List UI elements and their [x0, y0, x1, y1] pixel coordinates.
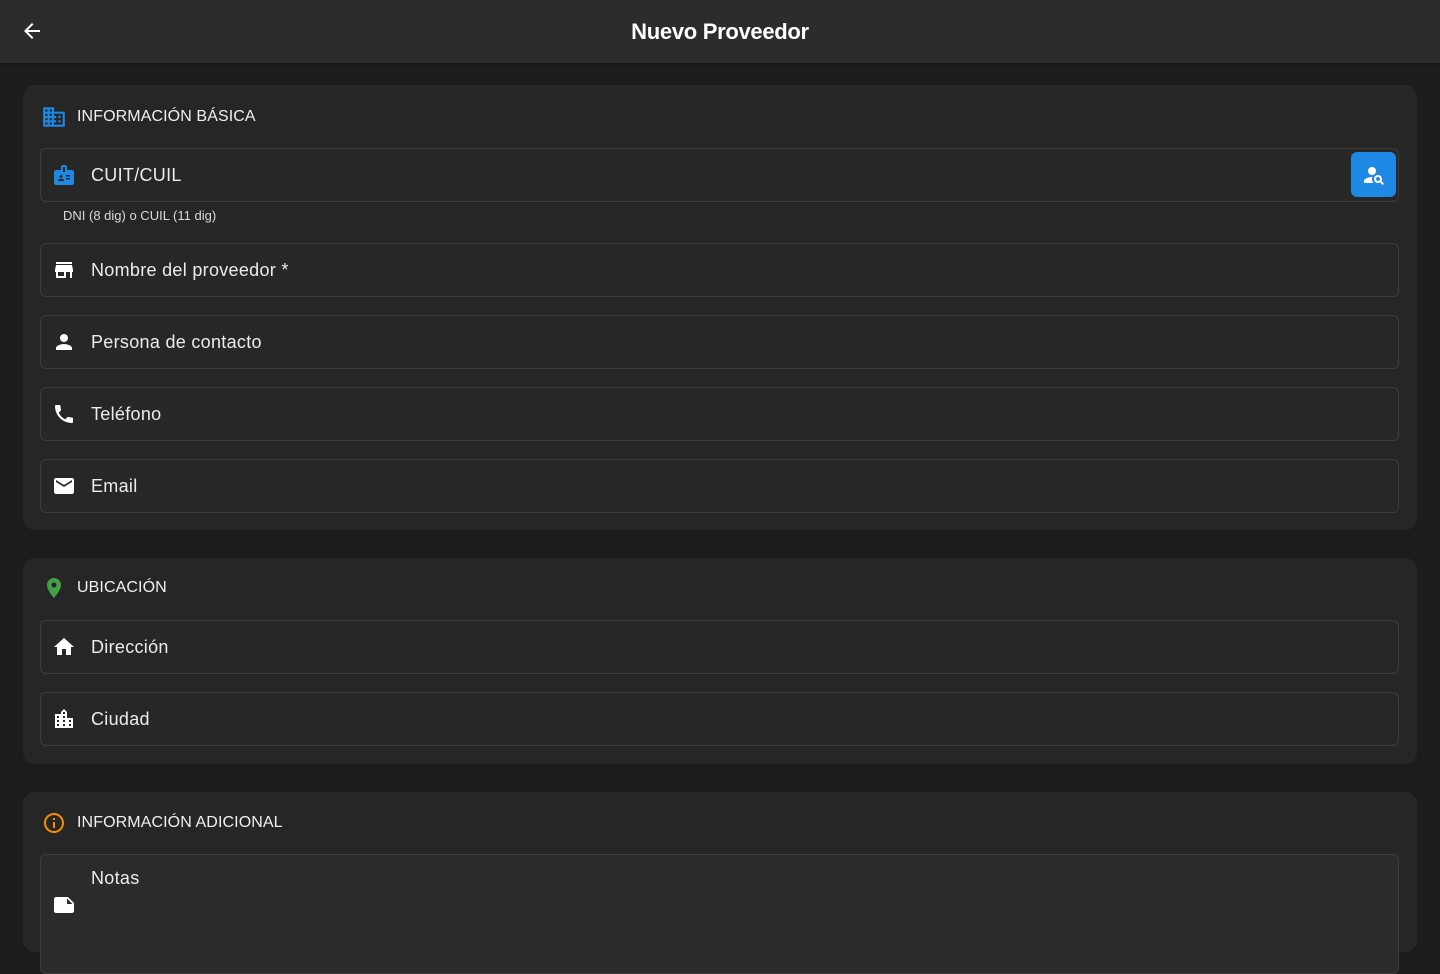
section-title: INFORMACIÓN ADICIONAL: [77, 814, 283, 831]
notes-label: Notas: [91, 868, 140, 888]
basic-info-card: INFORMACIÓN BÁSICA CUIT/CUIL DNI (8 dig)…: [23, 85, 1417, 530]
section-title: UBICACIÓN: [77, 579, 167, 596]
phone-icon: [52, 402, 76, 426]
app-bar: Nuevo Proveedor: [0, 0, 1440, 63]
section-title: INFORMACIÓN BÁSICA: [77, 108, 256, 125]
supplier-name-label: Nombre del proveedor *: [91, 259, 289, 280]
back-button[interactable]: [14, 13, 50, 49]
phone-field[interactable]: Teléfono: [40, 387, 1399, 441]
person-icon: [52, 330, 76, 354]
address-label: Dirección: [91, 636, 169, 657]
lookup-cuit-button[interactable]: [1351, 152, 1396, 197]
email-field[interactable]: Email: [40, 459, 1399, 513]
basic-info-header: INFORMACIÓN BÁSICA: [41, 103, 256, 131]
location-pin-icon: [41, 575, 67, 601]
location-header: UBICACIÓN: [41, 574, 167, 602]
arrow-back-icon: [20, 19, 44, 43]
additional-info-header: INFORMACIÓN ADICIONAL: [41, 809, 283, 837]
address-field[interactable]: Dirección: [40, 620, 1399, 674]
note-icon: [52, 893, 76, 917]
contact-person-label: Persona de contacto: [91, 331, 262, 352]
city-label: Ciudad: [91, 708, 150, 729]
location-card: UBICACIÓN Dirección Ciudad: [23, 558, 1417, 764]
supplier-name-field[interactable]: Nombre del proveedor *: [40, 243, 1399, 297]
badge-icon: [52, 163, 76, 187]
info-icon: [41, 810, 67, 836]
phone-label: Teléfono: [91, 403, 162, 424]
store-icon: [52, 258, 76, 282]
cuit-label: CUIT/CUIL: [91, 164, 182, 185]
cuit-helper-text: DNI (8 dig) o CUIL (11 dig): [63, 208, 217, 223]
home-icon: [52, 635, 76, 659]
additional-info-card: INFORMACIÓN ADICIONAL Notas: [23, 792, 1417, 974]
email-label: Email: [91, 475, 138, 496]
business-icon: [41, 104, 67, 130]
person-search-icon: [1362, 163, 1386, 187]
contact-person-field[interactable]: Persona de contacto: [40, 315, 1399, 369]
city-field[interactable]: Ciudad: [40, 692, 1399, 746]
city-icon: [52, 707, 76, 731]
page-title: Nuevo Proveedor: [631, 18, 809, 44]
cuit-field[interactable]: CUIT/CUIL: [40, 148, 1399, 202]
notes-field[interactable]: Notas: [40, 854, 1399, 974]
mail-icon: [52, 474, 76, 498]
